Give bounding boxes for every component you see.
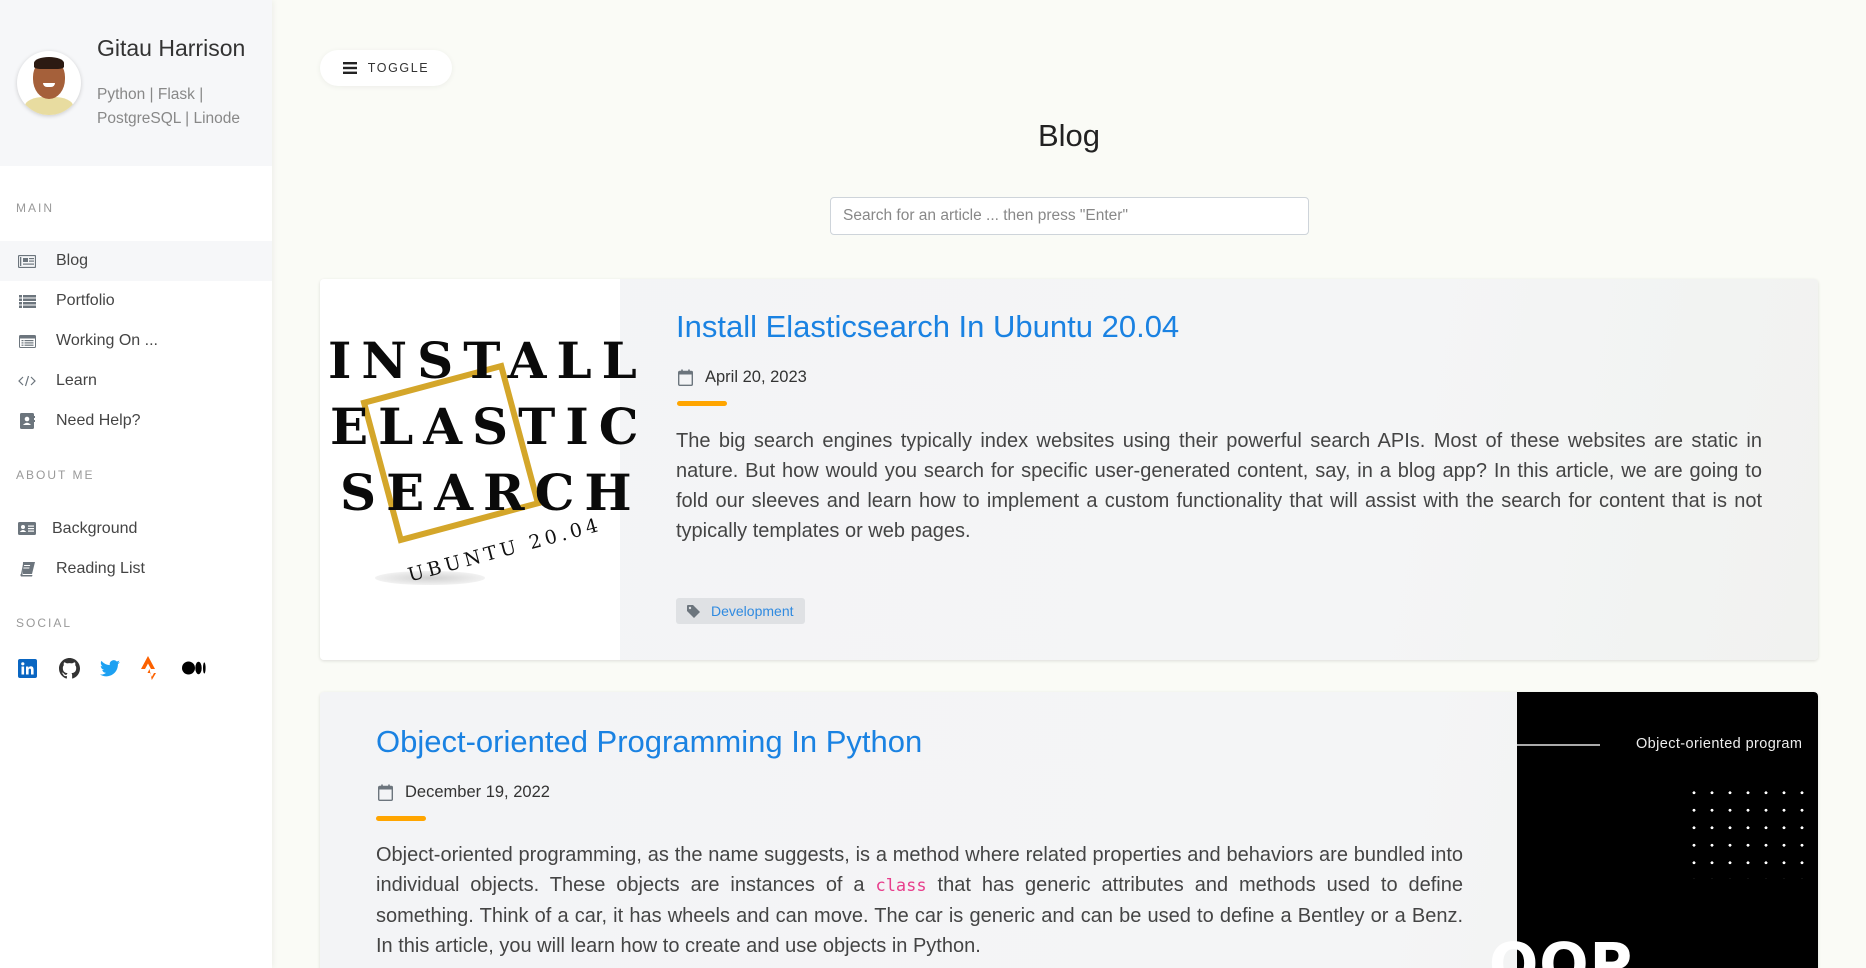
profile-header: Gitau Harrison Python | Flask | PostgreS… — [0, 0, 272, 166]
sidebar: Gitau Harrison Python | Flask | PostgreS… — [0, 0, 272, 968]
post-excerpt: The big search engines typically index w… — [676, 430, 1762, 542]
post-excerpt: Object-oriented programming, as the name… — [376, 840, 1463, 961]
sidebar-item-label: Need Help? — [56, 412, 141, 429]
page-title: Blog — [1037, 118, 1101, 153]
thumbnail-dot-grid — [1685, 784, 1818, 879]
linkedin-link[interactable] — [18, 656, 59, 680]
post-thumbnail-oop[interactable]: Object-oriented program OOP — [1489, 692, 1818, 968]
sidebar-item-label: Portfolio — [56, 292, 115, 309]
thumbnail-rule — [1517, 744, 1600, 746]
list-icon — [17, 294, 37, 308]
avatar-hair — [34, 57, 64, 69]
calendar-icon — [678, 369, 693, 386]
strava-link[interactable] — [141, 656, 182, 680]
strava-icon — [141, 656, 156, 680]
sidebar-item-label: Background — [52, 520, 138, 537]
tag-label: Development — [711, 603, 794, 619]
sidebar-item-reading-list[interactable]: Reading List — [0, 549, 272, 589]
profile-name: Gitau Harrison — [97, 35, 246, 61]
sidebar-item-label: Learn — [56, 372, 97, 389]
section-label-main: MAIN — [16, 201, 54, 215]
twitter-link[interactable] — [100, 656, 141, 680]
section-label-about: ABOUT ME — [16, 468, 95, 482]
post-thumbnail-elasticsearch[interactable]: INSTALL ELASTIC SEARCH UBUNTU 20.04 — [320, 279, 639, 660]
avatar[interactable] — [17, 51, 81, 115]
sidebar-item-learn[interactable]: Learn — [0, 361, 272, 401]
hamburger-icon — [342, 62, 357, 74]
sidebar-item-label: Reading List — [56, 560, 145, 577]
twitter-icon — [100, 659, 120, 676]
post-date: April 20, 2023 — [678, 368, 807, 387]
id-card-icon — [17, 522, 37, 536]
tag-badge[interactable]: Development — [676, 598, 805, 624]
post-date-text: April 20, 2023 — [705, 368, 807, 386]
avatar-shirt — [25, 97, 73, 115]
post-title-link[interactable]: Install Elasticsearch In Ubuntu 20.04 — [676, 309, 1179, 345]
post-card: Object-oriented Programming In Python De… — [320, 692, 1818, 968]
title-accent-underline — [376, 816, 426, 821]
post-date: December 19, 2022 — [378, 783, 550, 802]
code-icon — [17, 375, 37, 387]
sidebar-item-working-on[interactable]: Working On ... — [0, 321, 272, 361]
title-accent-underline — [677, 401, 727, 406]
toggle-label: TOGGLE — [367, 61, 430, 75]
thumbnail-line: INSTALL — [328, 331, 647, 390]
linkedin-icon — [18, 658, 37, 678]
calendar-icon — [378, 784, 393, 801]
sidebar-item-need-help[interactable]: Need Help? — [0, 401, 272, 441]
github-link[interactable] — [59, 656, 100, 680]
window-list-icon — [17, 334, 37, 348]
address-book-icon — [17, 413, 37, 429]
medium-icon — [182, 661, 206, 675]
search-input[interactable] — [830, 197, 1309, 235]
post-date-text: December 19, 2022 — [405, 783, 550, 801]
thumbnail-line: ELASTIC — [330, 397, 649, 456]
sidebar-item-blog[interactable]: Blog — [0, 241, 272, 281]
social-links — [18, 656, 223, 680]
medium-link[interactable] — [182, 656, 223, 680]
sidebar-item-background[interactable]: Background — [0, 509, 272, 549]
post-card: INSTALL ELASTIC SEARCH UBUNTU 20.04 Inst… — [320, 279, 1818, 660]
newspaper-icon — [17, 254, 37, 268]
section-label-social: SOCIAL — [16, 616, 73, 630]
tag-icon — [687, 604, 700, 618]
thumbnail-big-text: OOP — [1489, 930, 1634, 968]
inline-code: class — [875, 876, 927, 896]
post-title-link[interactable]: Object-oriented Programming In Python — [376, 724, 922, 760]
thumbnail-caption: Object-oriented program — [1636, 736, 1803, 752]
sidebar-item-portfolio[interactable]: Portfolio — [0, 281, 272, 321]
profile-tagline: Python | Flask | PostgreSQL | Linode — [97, 86, 241, 127]
sidebar-item-label: Blog — [56, 252, 89, 269]
sidebar-item-label: Working On ... — [56, 332, 158, 349]
toggle-sidebar-button[interactable]: TOGGLE — [320, 50, 452, 86]
github-icon — [59, 657, 80, 678]
book-icon — [17, 561, 37, 577]
